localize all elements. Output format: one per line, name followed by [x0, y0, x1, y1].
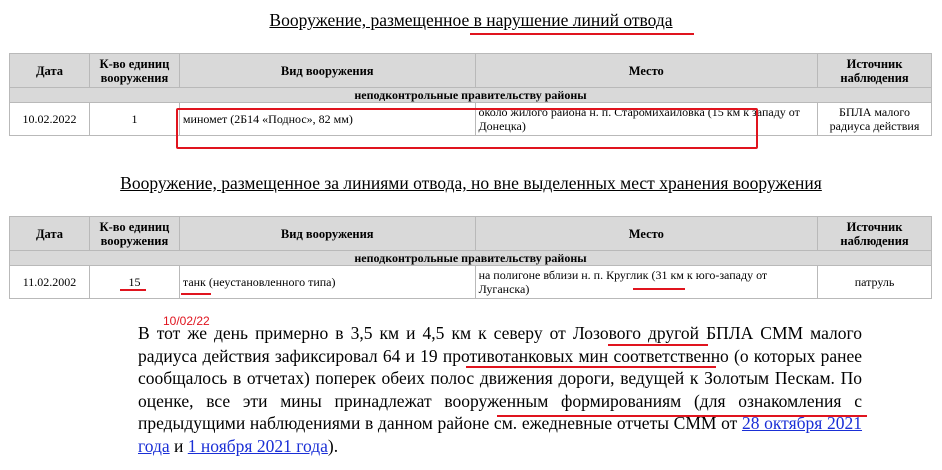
paragraph-text-end: ).: [327, 435, 339, 456]
cell-date: 11.02.2002: [9, 265, 90, 299]
table-row: 10.02.2022 1 миномет (2Б14 «Поднос», 82 …: [9, 102, 932, 136]
header-count: К-во единиц вооружения: [88, 216, 180, 251]
weapons-table-1: Дата К-во единиц вооружения Вид вооружен…: [9, 53, 932, 136]
section1-title: Вооружение, размещенное в нарушение лини…: [269, 10, 673, 30]
table-group-row: неподконтрольные правительству районы: [9, 250, 932, 266]
table-group-row: неподконтрольные правительству районы: [9, 87, 932, 103]
cell-date: 10.02.2022: [9, 102, 90, 136]
table-header-row: Дата К-во единиц вооружения Вид вооружен…: [9, 216, 932, 251]
header-date: Дата: [9, 216, 90, 251]
cell-place: около жилого района н. п. Старомихайловк…: [474, 102, 819, 136]
header-weapon-type: Вид вооружения: [178, 216, 476, 251]
cell-source: БПЛА малого радиуса действия: [817, 102, 932, 136]
group-label: неподконтрольные правительству районы: [9, 87, 932, 103]
report-link-nov-1[interactable]: 1 ноября 2021 года: [188, 436, 328, 456]
header-place: Место: [474, 53, 819, 88]
header-place: Место: [474, 216, 819, 251]
section2-title: Вооружение, размещенное за линиями отвод…: [120, 173, 822, 193]
cell-place: на полигоне вблизи н. п. Круглик (31 км …: [474, 265, 819, 299]
header-count: К-во единиц вооружения: [88, 53, 180, 88]
header-source: Источник наблюдения: [817, 216, 932, 251]
cell-weapon: танк (неустановленного типа): [178, 265, 476, 299]
table-row: 11.02.2002 15 танк (неустановленного тип…: [9, 265, 932, 299]
header-weapon-type: Вид вооружения: [178, 53, 476, 88]
cell-count: 1: [88, 102, 180, 136]
markup-underline-title: [470, 33, 694, 35]
paragraph-text-middle: и: [169, 435, 188, 456]
header-source: Источник наблюдения: [817, 53, 932, 88]
cell-weapon: миномет (2Б14 «Поднос», 82 мм): [178, 102, 476, 136]
cell-count: 15: [88, 265, 180, 299]
weapons-table-2: Дата К-во единиц вооружения Вид вооружен…: [9, 216, 932, 299]
report-paragraph: В тот же день примерно в 3,5 км и 4,5 км…: [138, 322, 862, 457]
header-date: Дата: [9, 53, 90, 88]
cell-source: патруль: [817, 265, 932, 299]
table-header-row: Дата К-во единиц вооружения Вид вооружен…: [9, 53, 932, 88]
group-label: неподконтрольные правительству районы: [9, 250, 932, 266]
